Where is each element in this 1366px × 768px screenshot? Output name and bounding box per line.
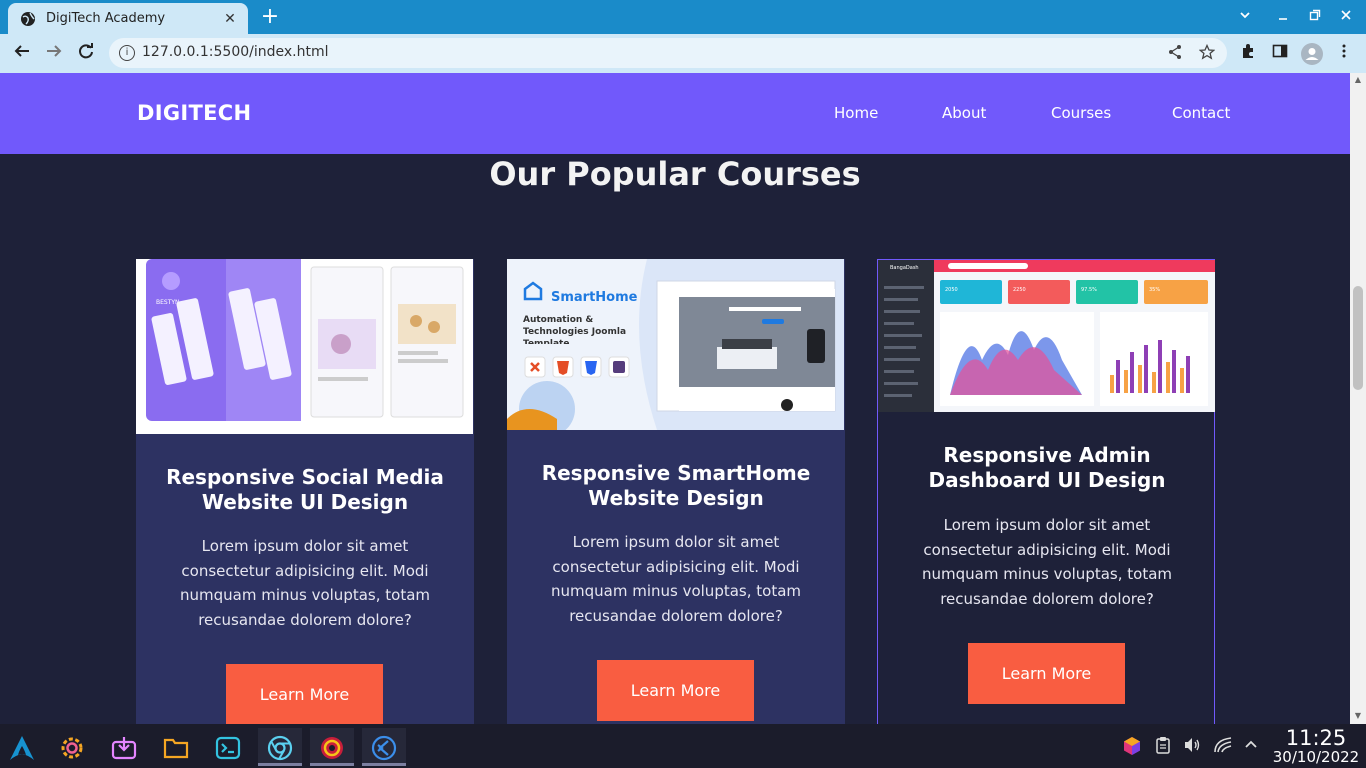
os-taskbar: 11:25 30/10/2022 bbox=[0, 724, 1366, 768]
nav-courses[interactable]: Courses bbox=[1051, 104, 1111, 122]
course-title: Responsive SmartHome Website Design bbox=[541, 461, 811, 510]
scroll-up-icon[interactable]: ▲ bbox=[1353, 75, 1363, 84]
thumb-app-name: BangaDash bbox=[890, 265, 919, 271]
screen-recorder-icon[interactable] bbox=[310, 728, 354, 766]
extensions-icon[interactable] bbox=[1237, 43, 1259, 65]
restore-icon[interactable] bbox=[1303, 6, 1327, 28]
close-window-icon[interactable] bbox=[1334, 6, 1358, 28]
volume-icon[interactable] bbox=[1181, 736, 1203, 758]
course-card: BESTYN Responsive Social Media Website U… bbox=[136, 259, 474, 724]
nav-home[interactable]: Home bbox=[834, 104, 878, 122]
course-card: SmartHome Automation & Technologies Joom… bbox=[507, 259, 845, 724]
browser-toolbar: i 127.0.0.1:5500/index.html bbox=[0, 34, 1366, 73]
thumb-stat: 97.5% bbox=[1081, 287, 1097, 293]
course-title: Responsive Admin Dashboard UI Design bbox=[928, 443, 1166, 492]
nav-contact[interactable]: Contact bbox=[1172, 104, 1230, 122]
learn-more-button[interactable]: Learn More bbox=[968, 643, 1125, 704]
wifi-icon[interactable] bbox=[1212, 736, 1234, 758]
url-text[interactable]: 127.0.0.1:5500/index.html bbox=[142, 44, 329, 60]
course-description: Lorem ipsum dolor sit amet consectetur a… bbox=[550, 533, 802, 625]
thumb-logo: SmartHome bbox=[551, 290, 638, 305]
tray-expand-icon[interactable] bbox=[1240, 736, 1262, 755]
course-description: Lorem ipsum dolor sit amet consectetur a… bbox=[921, 516, 1173, 608]
back-icon[interactable] bbox=[10, 42, 34, 66]
site-brand[interactable]: DIGITECH bbox=[137, 101, 251, 125]
side-panel-icon[interactable] bbox=[1269, 43, 1291, 65]
vscode-icon[interactable] bbox=[362, 728, 406, 766]
tab-title: DigiTech Academy bbox=[46, 11, 166, 26]
clock-time[interactable]: 11:25 bbox=[1268, 726, 1364, 750]
close-tab-icon[interactable]: ✕ bbox=[220, 11, 240, 27]
browser-tabbar: DigiTech Academy ✕ + bbox=[0, 0, 1366, 34]
thumb-app-name: BESTYN bbox=[156, 299, 180, 306]
terminal-icon[interactable] bbox=[206, 728, 250, 766]
course-thumbnail-social[interactable]: BESTYN bbox=[136, 259, 473, 434]
tab-search-icon[interactable] bbox=[1233, 6, 1257, 28]
share-icon[interactable] bbox=[1167, 44, 1183, 64]
learn-more-button[interactable]: Learn More bbox=[226, 664, 383, 724]
course-card: BangaDash 2050 2250 97.5% 35% Responsive… bbox=[877, 259, 1215, 724]
course-title: Responsive Social Media Website UI Desig… bbox=[166, 465, 444, 514]
clipboard-icon[interactable] bbox=[1152, 736, 1174, 758]
software-center-icon[interactable] bbox=[102, 728, 146, 766]
bookmark-star-icon[interactable] bbox=[1198, 43, 1216, 64]
course-description: Lorem ipsum dolor sit amet consectetur a… bbox=[179, 537, 431, 629]
thumb-tagline: Automation & Technologies Joomla Templat… bbox=[523, 315, 627, 344]
menu-kebab-icon[interactable] bbox=[1333, 43, 1355, 65]
minimize-icon[interactable] bbox=[1271, 6, 1295, 28]
scrollbar-thumb[interactable] bbox=[1353, 286, 1363, 390]
course-thumbnail-smarthome[interactable]: SmartHome Automation & Technologies Joom… bbox=[507, 259, 844, 430]
thumb-stat: 2250 bbox=[1013, 287, 1026, 293]
arch-launcher-icon[interactable] bbox=[0, 728, 44, 766]
globe-icon bbox=[20, 11, 36, 27]
browser-tab[interactable]: DigiTech Academy ✕ bbox=[8, 3, 248, 34]
section-title: Our Popular Courses bbox=[489, 155, 861, 193]
course-thumbnail-dashboard[interactable]: BangaDash 2050 2250 97.5% 35% bbox=[878, 260, 1215, 412]
scroll-down-icon[interactable]: ▼ bbox=[1353, 711, 1363, 720]
forward-icon[interactable] bbox=[42, 42, 66, 66]
web-page: DIGITECH Home About Courses Contact Our … bbox=[0, 73, 1350, 724]
site-info-icon[interactable]: i bbox=[119, 45, 135, 61]
new-tab-button[interactable]: + bbox=[258, 5, 282, 29]
page-scrollbar[interactable]: ▲ ▼ bbox=[1350, 73, 1366, 724]
thumb-stat: 35% bbox=[1149, 287, 1160, 293]
cube-app-icon[interactable] bbox=[1121, 736, 1143, 760]
site-navbar: DIGITECH Home About Courses Contact bbox=[0, 73, 1350, 154]
clock-date[interactable]: 30/10/2022 bbox=[1268, 748, 1364, 766]
thumb-stat: 2050 bbox=[945, 287, 958, 293]
nav-about[interactable]: About bbox=[942, 104, 986, 122]
settings-gear-icon[interactable] bbox=[50, 728, 94, 766]
reload-icon[interactable] bbox=[74, 42, 98, 66]
file-manager-icon[interactable] bbox=[154, 728, 198, 766]
profile-avatar[interactable] bbox=[1301, 43, 1323, 65]
learn-more-button[interactable]: Learn More bbox=[597, 660, 754, 721]
chrome-browser-icon[interactable] bbox=[258, 728, 302, 766]
address-bar[interactable]: i 127.0.0.1:5500/index.html bbox=[109, 38, 1227, 68]
